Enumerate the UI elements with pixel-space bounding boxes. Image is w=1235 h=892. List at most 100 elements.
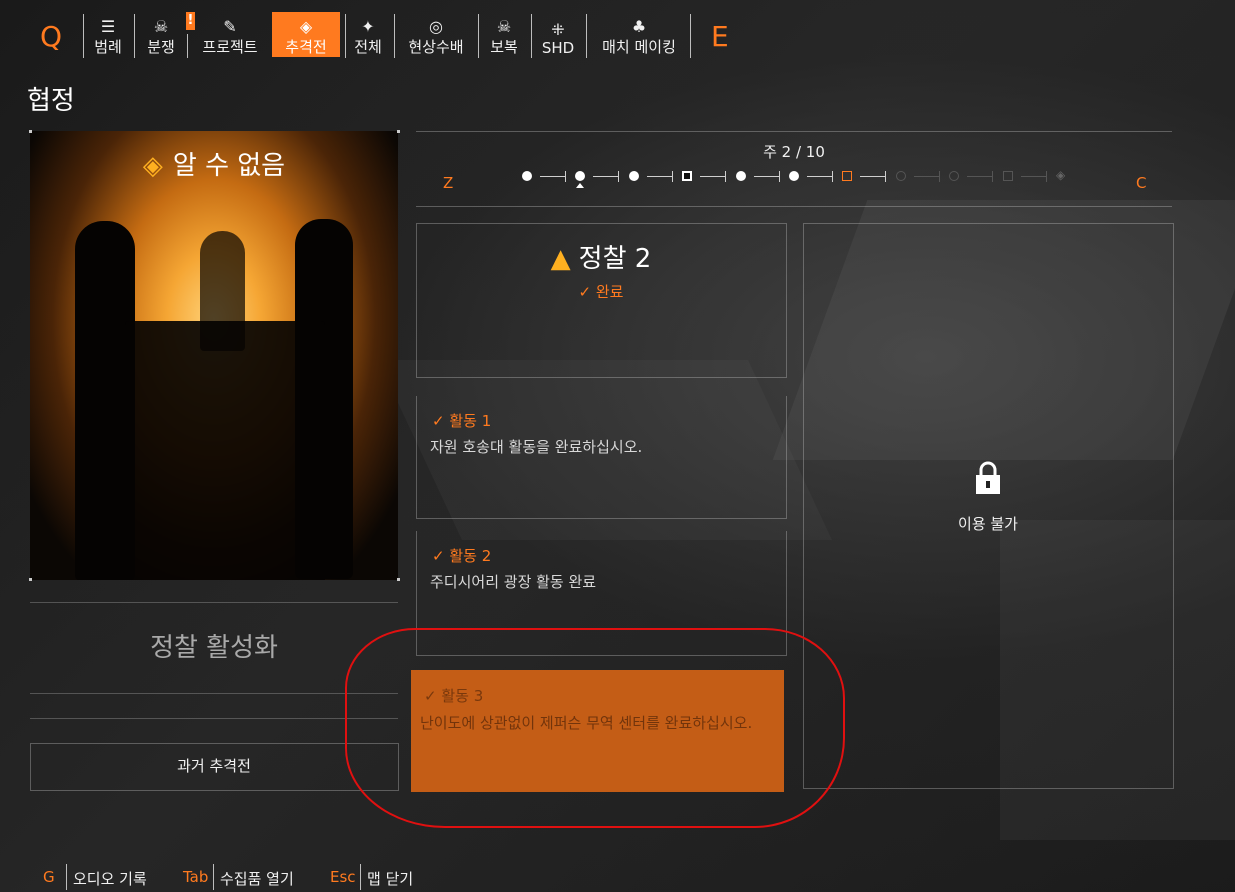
nav-separator	[586, 14, 587, 58]
week-label: 주 2 / 10	[763, 143, 825, 161]
current-week-marker	[576, 183, 584, 188]
manhunt-icon: ◈	[299, 17, 313, 36]
nav-tab-label: 현상수배	[408, 38, 464, 56]
unlock-icon	[975, 461, 1001, 499]
timeline-node-complete[interactable]	[629, 171, 639, 181]
unavailable-label: 이용 불가	[958, 515, 1018, 533]
timeline-node-complete[interactable]	[522, 171, 532, 181]
timeline-tick	[832, 171, 833, 182]
timeline-tick	[939, 171, 940, 182]
footer-label: 맵 닫기	[367, 868, 413, 889]
target-hero-card[interactable]: ◈ 알 수 없음	[30, 131, 398, 580]
timeline-connector	[967, 176, 992, 177]
nav-tab-bounties[interactable]: ◎ 현상수배	[402, 12, 470, 57]
nav-tab-legend[interactable]: ☰ 범례	[89, 12, 127, 57]
footer-separator	[213, 864, 214, 890]
nav-next-key[interactable]: E	[711, 20, 729, 53]
crossbones-icon: ☠	[496, 17, 512, 36]
timeline-node-square-accent[interactable]	[842, 171, 852, 181]
footer-label: 오디오 기록	[73, 868, 147, 889]
target-name-text: 알 수 없음	[172, 151, 286, 181]
nav-tab-shd[interactable]: ⁜ SHD	[539, 12, 577, 58]
activity-2-title: ✓ 활동 2	[432, 547, 492, 565]
nav-tab-label: 매치 메이킹	[602, 38, 676, 56]
timeline-connector	[860, 176, 885, 177]
timeline-node-locked[interactable]	[949, 171, 959, 181]
alert-badge: !	[186, 12, 195, 30]
shd-icon: ⁜	[551, 20, 565, 39]
footer-hint-collectibles[interactable]: Tab	[183, 868, 208, 886]
timeline-node-complete[interactable]	[789, 171, 799, 181]
nav-separator	[531, 14, 532, 58]
footer-label-text: 맵 닫기	[367, 870, 414, 888]
activity-2-desc: 주디시어리 광장 활동 완료	[430, 573, 597, 591]
past-manhunts-button[interactable]: 과거 추격전	[30, 743, 398, 789]
nav-tab-matchmaking[interactable]: ♣ 매치 메이킹	[594, 12, 684, 57]
nav-tab-label: 분쟁	[147, 38, 175, 56]
nav-tab-manhunt[interactable]: ◈ 추격전	[272, 12, 340, 57]
top-navigation: Q ☰ 범례 ☠ 분쟁 ! ✎ 프로젝트 ◈ 추격전 ✦ 전체 ◎ 현상수배 ☠…	[0, 0, 1235, 70]
divider	[30, 718, 398, 719]
timeline-connector	[593, 176, 618, 177]
timeline-final-target-icon[interactable]: ◈	[1056, 168, 1065, 182]
footer-label: 수집품 열기	[220, 868, 294, 889]
nav-tab-revenge[interactable]: ☠ 보복	[486, 12, 522, 57]
recon-status: ✓ 완료	[578, 283, 624, 301]
timeline-prev-key[interactable]: Z	[443, 174, 453, 192]
timeline-node-locked[interactable]	[1003, 171, 1013, 181]
nav-separator	[690, 14, 691, 58]
nav-tab-label: 범례	[94, 38, 122, 56]
timeline-tick	[618, 171, 619, 182]
nav-tab-overview[interactable]: ✦ 전체	[350, 12, 386, 57]
timeline-connector	[754, 176, 779, 177]
nav-separator	[478, 14, 479, 58]
timeline-tick	[885, 171, 886, 182]
activity-1-desc: 자원 호송대 활동을 완료하십시오.	[430, 438, 643, 456]
list-icon: ☰	[100, 17, 116, 36]
footer-key: Tab	[183, 868, 209, 886]
nav-separator	[134, 14, 135, 58]
footer-label-text: 오디오 기록	[73, 870, 147, 888]
clipboard-icon: ✎	[223, 17, 237, 36]
timeline-node-square[interactable]	[682, 171, 692, 181]
nav-separator	[345, 14, 346, 58]
target-name: ◈ 알 수 없음	[30, 145, 398, 182]
timeline-connector	[807, 176, 832, 177]
manhunt-diamond-icon: ◈	[142, 151, 163, 181]
nav-tab-label: 프로젝트	[202, 38, 258, 56]
nav-tab-projects[interactable]: ✎ 프로젝트	[195, 12, 265, 57]
footer-hint-audio[interactable]: G	[43, 868, 55, 886]
nav-separator	[83, 14, 84, 58]
footer-key: Esc	[330, 868, 356, 886]
recon-title: ▲ 정찰 2	[416, 238, 786, 275]
timeline-connector	[1021, 176, 1046, 177]
nav-separator	[394, 14, 395, 58]
timeline-tick	[992, 171, 993, 182]
recon-title-text: 정찰 2	[578, 244, 652, 274]
nav-prev-key[interactable]: Q	[40, 20, 62, 53]
timeline-node-current[interactable]	[575, 171, 585, 181]
timeline-tick	[565, 171, 566, 182]
target-icon: ◎	[429, 17, 443, 36]
timeline-tick	[1046, 171, 1047, 182]
timeline-node-complete[interactable]	[736, 171, 746, 181]
group-icon: ♣	[631, 17, 647, 36]
nav-tab-conflict[interactable]: ☠ 분쟁	[141, 12, 181, 57]
nav-tab-label: SHD	[541, 39, 575, 57]
timeline-node-locked[interactable]	[896, 171, 906, 181]
footer-hint-close-map[interactable]: Esc	[330, 868, 356, 886]
nav-separator	[187, 34, 188, 58]
timeline-connector	[700, 176, 725, 177]
timeline-tick	[672, 171, 673, 182]
timeline-next-key[interactable]: C	[1136, 174, 1146, 192]
activate-recon-button[interactable]: 정찰 활성화	[30, 603, 398, 693]
timeline-connector	[914, 176, 939, 177]
footer-separator	[66, 864, 67, 890]
skull-icon: ☠	[153, 17, 169, 36]
footer-label-text: 수집품 열기	[220, 870, 294, 888]
page-title: 협정	[27, 86, 75, 116]
frame-corner	[29, 578, 32, 581]
silhouette-table	[125, 321, 325, 580]
frame-corner	[29, 130, 32, 133]
timeline-tick	[725, 171, 726, 182]
